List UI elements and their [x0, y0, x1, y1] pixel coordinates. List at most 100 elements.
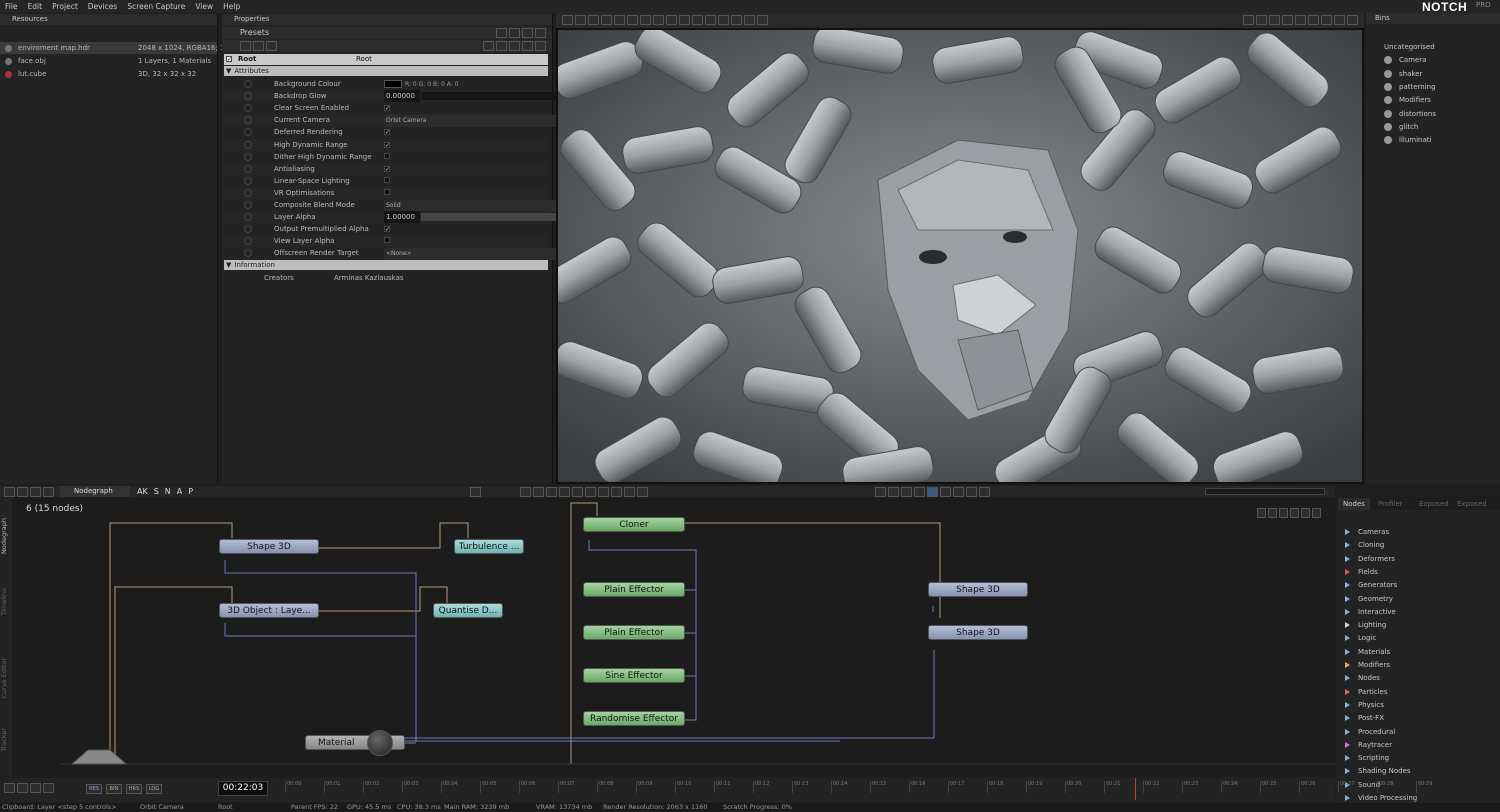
attribute-row[interactable]: High Dynamic Range ✓	[224, 138, 548, 151]
node-cloner[interactable]: Cloner	[583, 517, 685, 532]
current-time[interactable]: 00:22:03	[218, 781, 268, 796]
node-category[interactable]: Deformers	[1345, 553, 1395, 566]
move-icon[interactable]	[1256, 15, 1267, 25]
crop-icon[interactable]	[601, 15, 612, 25]
keyframe-icon[interactable]	[244, 213, 252, 222]
sphere-icon[interactable]	[640, 15, 651, 25]
node-category[interactable]: Cameras	[1345, 526, 1389, 539]
keyframe-icon[interactable]	[244, 201, 252, 209]
attribute-select[interactable]: <None>	[384, 248, 558, 261]
keyframe-icon[interactable]	[244, 176, 252, 185]
information-section[interactable]: ▼ Information	[224, 260, 548, 270]
layers-icon[interactable]	[731, 15, 742, 25]
node-category[interactable]: Fields	[1345, 566, 1378, 579]
attribute-value[interactable]: 1.00000	[384, 211, 420, 224]
menu-help[interactable]: Help	[218, 0, 245, 13]
attribute-checkbox[interactable]: ✓	[384, 141, 390, 148]
minus-icon[interactable]	[522, 28, 533, 38]
fullscreen-icon[interactable]	[1347, 15, 1358, 25]
node-category[interactable]: Lighting	[1345, 619, 1386, 632]
node-category[interactable]: Raytracer	[1345, 739, 1392, 752]
brush-icon[interactable]	[614, 15, 625, 25]
tool-s[interactable]: S	[154, 487, 159, 496]
down-arrow-icon[interactable]	[496, 28, 507, 38]
back-arrow-icon[interactable]	[43, 783, 54, 793]
attribute-value[interactable]: 0.00000	[384, 90, 420, 103]
node-category[interactable]: Nodes	[1345, 672, 1380, 685]
resource-row[interactable]: lut.cube 3D, 32 x 32 x 32	[0, 68, 217, 80]
node-category[interactable]: Physics	[1345, 699, 1384, 712]
keyframe-icon[interactable]	[244, 249, 252, 258]
node-plain-effector-1[interactable]: Plain Effector	[583, 582, 685, 597]
bin-item[interactable]: glitch	[1384, 121, 1418, 134]
playhead[interactable]	[1135, 778, 1136, 800]
node-category[interactable]: Geometry	[1345, 593, 1393, 606]
nodegraph-canvas[interactable]: Nodegraph Timeline Curve Editor Tracker …	[0, 498, 1335, 776]
link-icon[interactable]	[692, 15, 703, 25]
node-shape-3d-2[interactable]: Shape 3D	[928, 582, 1028, 597]
grid-icon[interactable]	[520, 487, 531, 497]
node-category[interactable]: Logic	[1345, 632, 1376, 645]
node-category[interactable]: Scripting	[1345, 752, 1389, 765]
rng-icon[interactable]	[572, 487, 583, 497]
layers-icon[interactable]	[17, 783, 28, 793]
attribute-checkbox[interactable]: ✓	[384, 226, 390, 233]
node-category[interactable]: Modifiers	[1345, 659, 1390, 672]
plus-icon[interactable]	[509, 28, 520, 38]
loop-icon[interactable]	[888, 487, 899, 497]
node-category[interactable]: Shading Nodes	[1345, 765, 1411, 778]
attribute-row[interactable]: Background Colour R: 0 G: 0 B: 0 A: 0	[224, 78, 548, 90]
tab-exposed[interactable]: Exposed	[1414, 498, 1454, 510]
menu-edit[interactable]: Edit	[23, 0, 48, 13]
attribute-row[interactable]: Layer Alpha 1.00000	[224, 211, 557, 224]
keyframe-icon[interactable]	[244, 140, 252, 149]
graph-icon[interactable]	[562, 15, 573, 25]
node-category[interactable]: Materials	[1345, 646, 1390, 659]
fast-forward-icon[interactable]	[953, 487, 964, 497]
node-shape-3d-1[interactable]: Shape 3D	[219, 539, 319, 554]
filter-icon[interactable]	[240, 41, 251, 51]
keyframe-icon[interactable]	[244, 104, 252, 113]
pen-icon[interactable]	[588, 15, 599, 25]
node-category[interactable]: Interactive	[1345, 606, 1396, 619]
keyframe-icon[interactable]	[244, 164, 252, 173]
node-turbulence[interactable]: Turbulence ...	[454, 539, 524, 554]
node-icon[interactable]	[666, 15, 677, 25]
bin-button[interactable]: BIN	[106, 784, 122, 794]
attribute-row[interactable]: Deferred Rendering ✓	[224, 126, 548, 138]
settings-icon[interactable]	[1243, 15, 1254, 25]
bin-item[interactable]: patterning	[1384, 81, 1436, 94]
tab-nodegraph[interactable]: Nodegraph	[60, 486, 130, 497]
attributes-section[interactable]: ▼ Attributes	[224, 66, 548, 76]
menu-view[interactable]: View	[190, 0, 218, 13]
attribute-row[interactable]: Backdrop Glow 0.00000	[224, 90, 557, 103]
skip-end-icon[interactable]	[979, 487, 990, 497]
root-node-shape[interactable]	[70, 749, 128, 765]
attribute-row[interactable]: View Layer Alpha	[224, 235, 548, 248]
timeline-zoom-scrollbar[interactable]	[1205, 488, 1325, 495]
bin-item[interactable]: Modifiers	[1384, 94, 1431, 107]
attribute-row[interactable]: Composite Blend Mode Solid	[224, 199, 558, 212]
menu-project[interactable]: Project	[47, 0, 83, 13]
attribute-checkbox[interactable]: ✓	[384, 105, 390, 112]
camera-icon[interactable]	[757, 15, 768, 25]
paste-icon[interactable]	[30, 487, 41, 497]
node-quantise[interactable]: Quantise D...	[433, 603, 503, 618]
hrs-button[interactable]: HRS	[126, 784, 142, 794]
play-icon[interactable]	[559, 487, 570, 497]
attribute-slider[interactable]	[421, 213, 557, 222]
color-icon[interactable]	[546, 487, 557, 497]
attribute-checkbox[interactable]	[384, 188, 390, 195]
resource-row[interactable]: face.obj 1 Layers, 1 Materials	[0, 55, 217, 67]
gear-icon[interactable]	[470, 487, 481, 497]
zoom-icon[interactable]	[1321, 15, 1332, 25]
node-randomise-effector[interactable]: Randomise Effector	[583, 711, 685, 726]
undo-icon[interactable]	[1295, 15, 1306, 25]
keyframe-icon[interactable]	[244, 128, 252, 137]
root-enabled-checkbox[interactable]: ✓	[226, 56, 232, 63]
globe-icon[interactable]	[653, 15, 664, 25]
favorite-icon[interactable]	[522, 41, 533, 51]
attribute-row[interactable]: Clear Screen Enabled ✓	[224, 102, 548, 114]
keyframe-icon[interactable]	[244, 80, 252, 88]
keyframe-icon[interactable]	[244, 225, 252, 234]
